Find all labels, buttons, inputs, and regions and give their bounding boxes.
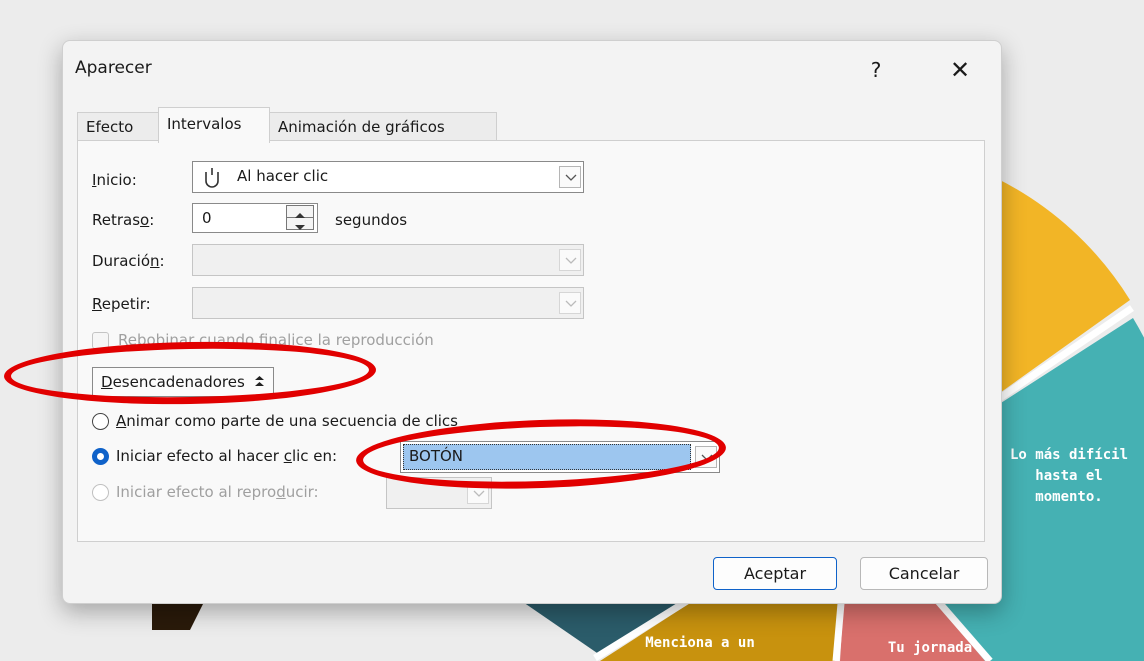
retraso-stepper[interactable] [286, 205, 314, 230]
tab-animacion-graficos[interactable]: Animación de gráficos [269, 112, 497, 141]
chevron-down-icon [559, 249, 581, 271]
trigger-object-value: BOTÓN [409, 447, 464, 465]
duracion-select[interactable] [192, 244, 584, 276]
radio-on-bookmark-label: Iniciar efecto al reproducir: [116, 483, 319, 501]
ok-button[interactable]: Aceptar [713, 557, 837, 590]
chevron-down-icon [559, 292, 581, 314]
slice-bottom-left-text: Menciona a un [645, 635, 755, 651]
mouse-click-icon [205, 168, 219, 188]
chevron-down-icon [559, 166, 581, 188]
retraso-unit: segundos [335, 211, 408, 229]
chevron-down-icon [467, 482, 489, 504]
help-button[interactable]: ? [853, 48, 899, 92]
repetir-label: Repetir: [92, 295, 151, 313]
slice-right-text: Lo más difícil hasta el momento. [1010, 447, 1129, 505]
radio-on-click[interactable] [92, 448, 109, 465]
retraso-label: Retraso: [92, 211, 155, 229]
inicio-select[interactable]: Al hacer clic [192, 161, 584, 193]
tab-efecto[interactable]: Efecto [77, 112, 159, 141]
stepper-down-icon[interactable] [287, 218, 313, 230]
repetir-select[interactable] [192, 287, 584, 319]
cancel-button[interactable]: Cancelar [860, 557, 988, 590]
collapse-up-icon [254, 376, 264, 386]
tab-intervalos[interactable]: Intervalos [158, 107, 270, 143]
rewind-label: Rebobinar cuando finalice la reproducció… [118, 331, 434, 349]
radio-on-bookmark[interactable] [92, 484, 109, 501]
chevron-down-icon [695, 446, 717, 468]
stepper-up-icon[interactable] [287, 206, 313, 218]
bookmark-select[interactable] [386, 477, 492, 509]
radio-sequence-label: Animar como parte de una secuencia de cl… [116, 412, 458, 430]
timing-panel: Inicio: Al hacer clic Retraso: 0 segundo… [77, 140, 985, 542]
inicio-value: Al hacer clic [237, 167, 329, 185]
slice-bottom-right-text: Tu jornada [887, 640, 973, 656]
animation-options-dialog: Aparecer ? ✕ Efecto Intervalos Animación… [62, 40, 1002, 604]
dialog-title: Aparecer [75, 58, 152, 78]
radio-on-click-label: Iniciar efecto al hacer clic en: [116, 447, 338, 465]
radio-sequence[interactable] [92, 413, 109, 430]
triggers-button[interactable]: Desencadenadores [92, 367, 274, 397]
rewind-checkbox[interactable] [92, 332, 109, 349]
retraso-value: 0 [202, 209, 212, 227]
trigger-object-select[interactable]: BOTÓN [400, 441, 720, 473]
inicio-label: Inicio: [92, 171, 137, 189]
duracion-label: Duración: [92, 252, 165, 270]
close-button[interactable]: ✕ [937, 48, 983, 92]
